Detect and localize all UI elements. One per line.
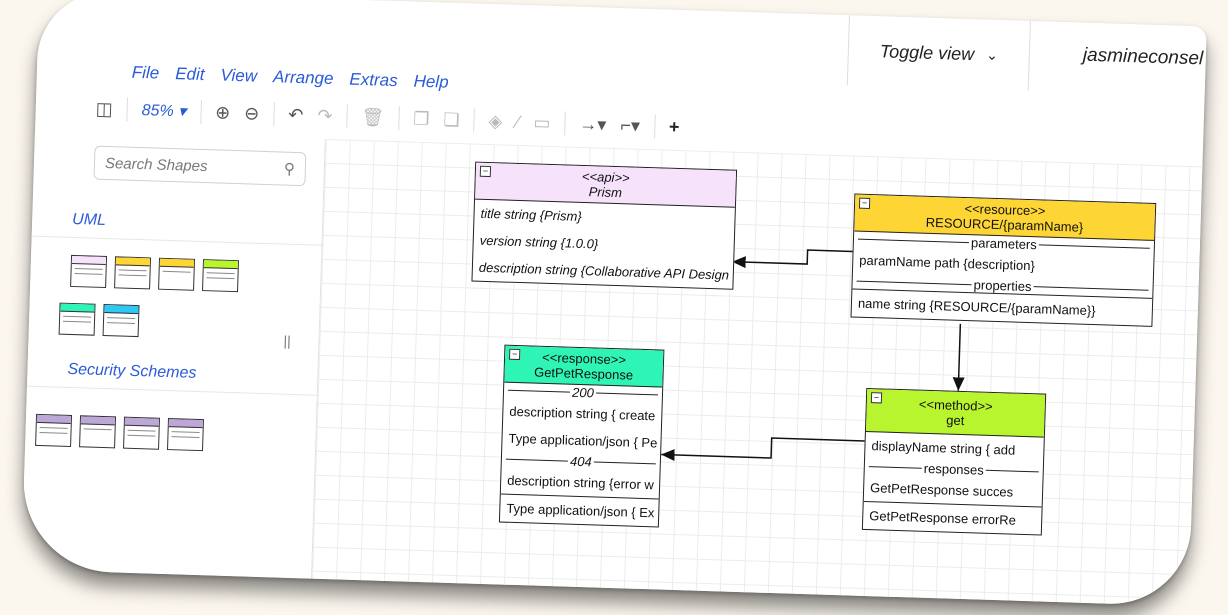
section-security-title: Security Schemes — [67, 360, 197, 382]
section-uml[interactable]: UML — [31, 209, 323, 246]
uml-class-resource[interactable]: − <<resource>> RESOURCE/{paramName} para… — [850, 193, 1157, 327]
method-response-row[interactable]: GetPetResponse errorRe — [863, 502, 1042, 535]
app-window: Toggle view ⌄ jasmineconsel File Edit Vi… — [21, 0, 1207, 607]
shape-thumb[interactable] — [114, 256, 152, 290]
properties-label: properties — [973, 277, 1032, 295]
uml-class-method[interactable]: − <<method>> get displayName string { ad… — [861, 387, 1047, 536]
delete-icon[interactable]: 🗑 — [361, 106, 384, 128]
menu-view[interactable]: View — [220, 66, 257, 87]
diagram-canvas[interactable]: − <<api>> Prism title string {Prism} ver… — [312, 138, 1203, 607]
parameters-label: parameters — [970, 235, 1037, 253]
format-panel-icon[interactable]: ◫ — [95, 98, 113, 120]
undo-icon[interactable]: ↶ — [288, 104, 304, 125]
method-class-header: − <<method>> get — [865, 389, 1046, 438]
menu-extras[interactable]: Extras — [349, 70, 398, 92]
toolbar-separator — [653, 114, 656, 139]
toolbar-separator — [397, 106, 400, 131]
collapse-icon[interactable]: − — [858, 197, 871, 209]
shape-thumb[interactable] — [70, 254, 108, 289]
search-shapes-input[interactable]: Search Shapes ⚲ — [93, 145, 307, 187]
shape-thumb[interactable] — [167, 418, 204, 452]
connector-resource-to-method — [952, 323, 965, 391]
shape-thumb[interactable] — [202, 259, 240, 293]
user-name[interactable]: jasmineconsel — [1082, 45, 1204, 71]
to-front-icon[interactable]: ❐ — [413, 108, 430, 129]
connector-resource-to-api — [732, 249, 853, 269]
zoom-value: 85% — [141, 102, 174, 121]
uml-class-api[interactable]: − <<api>> Prism title string {Prism} ver… — [471, 161, 738, 290]
collapse-icon[interactable]: − — [870, 392, 883, 404]
section-security-schemes[interactable]: Security Schemes — [26, 359, 318, 396]
to-back-icon[interactable]: ❏ — [443, 109, 460, 130]
responses-label: responses — [923, 460, 985, 478]
security-shapes-row — [35, 413, 204, 452]
fill-color-icon[interactable]: ◈ — [488, 110, 502, 131]
code-200-label: 200 — [571, 384, 595, 401]
toolbar-separator — [272, 102, 275, 127]
uml-shapes-row-1 — [70, 254, 240, 293]
waypoints-icon[interactable]: ⌐▾ — [620, 115, 640, 137]
chevron-down-icon: ⌄ — [985, 46, 999, 63]
connector-method-to-response — [661, 437, 865, 461]
menu-file[interactable]: File — [132, 63, 160, 84]
search-placeholder: Search Shapes — [104, 154, 208, 175]
response-404-row[interactable]: Type application/json { Ex — [500, 495, 659, 527]
uml-shapes-row-2 — [58, 302, 140, 338]
toolbar-separator — [126, 97, 129, 122]
section-uml-title: UML — [71, 210, 107, 229]
toggle-view-dropdown[interactable]: Toggle view ⌄ — [846, 15, 1031, 91]
zoom-out-icon[interactable]: ⊖ — [244, 103, 260, 124]
zoom-in-icon[interactable]: ⊕ — [215, 102, 231, 123]
collapse-icon[interactable]: − — [509, 348, 521, 361]
menu-edit[interactable]: Edit — [175, 64, 205, 85]
redo-icon[interactable]: ↷ — [317, 105, 333, 126]
zoom-select[interactable]: 85% ▾ — [141, 100, 186, 121]
toolbar-separator — [473, 108, 475, 133]
shape-thumb[interactable] — [35, 413, 73, 448]
code-404-label: 404 — [569, 453, 592, 470]
response-class-header: − <<response>> GetPetResponse — [504, 345, 664, 388]
insert-plus-icon[interactable]: + — [669, 116, 680, 137]
toggle-view-label: Toggle view — [879, 40, 975, 64]
search-icon: ⚲ — [283, 160, 296, 178]
sidebar-resize-handle[interactable]: || — [283, 333, 291, 349]
connection-icon[interactable]: →▾ — [579, 113, 607, 135]
line-color-icon[interactable]: ∕ — [516, 111, 520, 132]
shapes-sidebar: Search Shapes ⚲ UML Security Schemes || — [21, 129, 326, 579]
menu-arrange[interactable]: Arrange — [273, 67, 334, 89]
collapse-icon[interactable]: − — [479, 165, 492, 178]
menu-help[interactable]: Help — [413, 72, 449, 93]
toolbar-separator — [564, 111, 566, 136]
uml-class-response[interactable]: − <<response>> GetPetResponse 200 descri… — [498, 344, 665, 528]
shadow-icon[interactable]: ▭ — [533, 112, 551, 134]
shape-thumb[interactable] — [123, 416, 161, 450]
toolbar-separator — [199, 99, 202, 124]
shape-thumb[interactable] — [158, 257, 196, 291]
toolbar-separator — [346, 104, 348, 129]
shape-thumb[interactable] — [79, 415, 117, 449]
shape-thumb[interactable] — [102, 303, 140, 338]
shape-thumb[interactable] — [58, 302, 96, 336]
